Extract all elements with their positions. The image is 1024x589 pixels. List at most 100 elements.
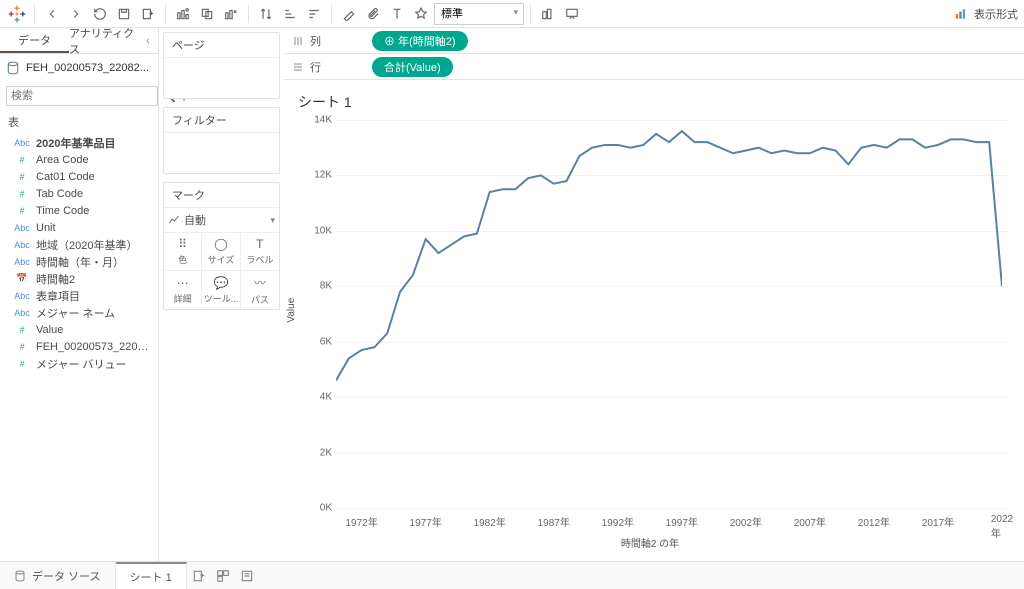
show-me-button[interactable]: 表示形式 bbox=[954, 6, 1018, 22]
tableau-logo[interactable] bbox=[6, 3, 28, 25]
field-Value[interactable]: #Value bbox=[0, 321, 158, 338]
database-icon bbox=[6, 61, 20, 75]
x-tick: 2002年 bbox=[730, 514, 762, 529]
field-type-icon: # bbox=[14, 342, 30, 352]
field-メジャー ネーム[interactable]: Abcメジャー ネーム bbox=[0, 304, 158, 321]
redo-button[interactable] bbox=[65, 3, 87, 25]
mark-詳細[interactable]: ⋯詳細 bbox=[164, 271, 202, 309]
field-時間軸2[interactable]: 📅時間軸2 bbox=[0, 270, 158, 287]
mark-type-label: 自動 bbox=[184, 212, 206, 228]
mark-cell-label: ラベル bbox=[246, 253, 273, 266]
field-type-icon: # bbox=[14, 206, 30, 216]
columns-shelf[interactable]: 列 ⊕ 年(時間軸2) bbox=[284, 28, 1024, 54]
field-type-icon: Abc bbox=[14, 257, 30, 267]
new-dashboard-button[interactable] bbox=[211, 562, 235, 589]
field-Area Code[interactable]: #Area Code bbox=[0, 151, 158, 168]
mark-サイズ[interactable]: ◯ サイズ bbox=[202, 233, 240, 271]
x-tick: 1972年 bbox=[345, 514, 377, 529]
data-source-tab[interactable]: データ ソース bbox=[0, 562, 116, 589]
x-tick: 1992年 bbox=[602, 514, 634, 529]
columns-pill[interactable]: ⊕ 年(時間軸2) bbox=[372, 31, 468, 51]
chart-area: シート 1 Value 時間軸2 の年 0K2K4K6K8K10K12K14K1… bbox=[284, 80, 1024, 561]
pin-button[interactable] bbox=[410, 3, 432, 25]
collapse-pane-button[interactable]: ‹ bbox=[138, 28, 158, 53]
undo-button[interactable] bbox=[41, 3, 63, 25]
field-name: Value bbox=[36, 324, 152, 336]
field-search-input[interactable] bbox=[6, 86, 158, 106]
fit-select[interactable]: 標準 bbox=[434, 3, 524, 25]
presentation-button[interactable] bbox=[561, 3, 583, 25]
clear-button[interactable] bbox=[220, 3, 242, 25]
field-name: Tab Code bbox=[36, 188, 152, 200]
new-data-icon bbox=[141, 7, 155, 21]
field-type-icon: # bbox=[14, 359, 30, 369]
rows-pill[interactable]: 合計(Value) bbox=[372, 57, 453, 77]
mark-cell-label: サイズ bbox=[208, 253, 235, 266]
field-Unit[interactable]: AbcUnit bbox=[0, 219, 158, 236]
mark-cell-label: パス bbox=[251, 293, 269, 306]
pages-card-header: ページ bbox=[164, 33, 279, 58]
rows-shelf[interactable]: 行 合計(Value) bbox=[284, 54, 1024, 80]
clear-icon bbox=[224, 7, 238, 21]
mark-cell-label: ツール... bbox=[204, 292, 239, 305]
new-sheet-button[interactable] bbox=[187, 562, 211, 589]
highlight-button[interactable] bbox=[338, 3, 360, 25]
filters-card[interactable]: フィルター bbox=[163, 107, 280, 174]
field-メジャー バリュー[interactable]: # メジャー バリュー bbox=[0, 355, 158, 372]
tab-data[interactable]: データ bbox=[0, 28, 69, 53]
tab-analytics[interactable]: アナリティクス bbox=[69, 28, 138, 53]
field-Time Code[interactable]: # Time Code bbox=[0, 202, 158, 219]
cards-icon bbox=[541, 7, 555, 21]
new-data-source-button[interactable] bbox=[137, 3, 159, 25]
field-地域（2020年基準）[interactable]: Abc地域（2020年基準） bbox=[0, 236, 158, 253]
labels-button[interactable] bbox=[386, 3, 408, 25]
sort-desc-button[interactable] bbox=[303, 3, 325, 25]
logo-icon bbox=[7, 4, 27, 24]
sort-asc-button[interactable] bbox=[279, 3, 301, 25]
field-FEH_00200573_220829...[interactable]: #FEH_00200573_220829... bbox=[0, 338, 158, 355]
marks-card[interactable]: マーク 自動 ▾ ⠿色◯サイズTラベル⋯詳細💬ツール...〰パス bbox=[163, 182, 280, 310]
field-type-icon: Abc bbox=[14, 138, 30, 148]
group-button[interactable] bbox=[362, 3, 384, 25]
field-type-icon: Abc bbox=[14, 291, 30, 301]
save-button[interactable] bbox=[113, 3, 135, 25]
x-tick: 2012年 bbox=[858, 514, 890, 529]
field-Cat01 Code[interactable]: #Cat01 Code bbox=[0, 168, 158, 185]
x-axis: 1972年1977年1982年1987年1992年1997年2002年2007年… bbox=[336, 514, 1008, 532]
swap-button[interactable] bbox=[255, 3, 277, 25]
new-worksheet-button[interactable] bbox=[172, 3, 194, 25]
field-2020年基準品目[interactable]: Abc2020年基準品目 bbox=[0, 134, 158, 151]
mark-ツール...[interactable]: 💬ツール... bbox=[202, 271, 240, 309]
field-Tab Code[interactable]: #Tab Code bbox=[0, 185, 158, 202]
data-source-name: FEH_00200573_22082... bbox=[26, 62, 149, 74]
new-story-icon bbox=[240, 569, 254, 583]
pages-card[interactable]: ページ bbox=[163, 32, 280, 99]
duplicate-button[interactable] bbox=[196, 3, 218, 25]
new-story-button[interactable] bbox=[235, 562, 259, 589]
sheet-tab[interactable]: シート 1 bbox=[116, 562, 187, 589]
mark-ラベル[interactable]: Tラベル bbox=[241, 233, 279, 271]
mark-cell-icon: ◯ bbox=[214, 237, 227, 251]
y-tick: 6K bbox=[320, 336, 332, 347]
data-source-row[interactable]: FEH_00200573_22082... bbox=[0, 54, 158, 82]
mark-色[interactable]: ⠿色 bbox=[164, 233, 202, 271]
bottom-bar: データ ソース シート 1 bbox=[0, 561, 1024, 589]
data-pane: データ アナリティクス ‹ FEH_00200573_22082... 🔍 ▽ … bbox=[0, 28, 159, 561]
y-tick: 10K bbox=[314, 225, 332, 236]
presentation-icon bbox=[565, 7, 579, 21]
y-tick: 4K bbox=[320, 392, 332, 403]
field-時間軸（年・月）[interactable]: Abc時間軸（年・月） bbox=[0, 253, 158, 270]
mark-type-select[interactable]: 自動 bbox=[168, 212, 266, 228]
show-me-label: 表示形式 bbox=[974, 6, 1018, 22]
x-tick: 2022年 bbox=[991, 514, 1013, 540]
rows-label: 行 bbox=[310, 59, 321, 75]
show-cards-button[interactable] bbox=[537, 3, 559, 25]
field-name: メジャー バリュー bbox=[36, 356, 152, 372]
mark-パス[interactable]: 〰パス bbox=[241, 271, 279, 309]
fit-select-input[interactable]: 標準 bbox=[434, 3, 524, 25]
y-tick: 2K bbox=[320, 447, 332, 458]
field-name: Time Code bbox=[36, 205, 152, 217]
field-表章項目[interactable]: Abc表章項目 bbox=[0, 287, 158, 304]
sheet-title[interactable]: シート 1 bbox=[292, 88, 1008, 120]
revert-button[interactable] bbox=[89, 3, 111, 25]
